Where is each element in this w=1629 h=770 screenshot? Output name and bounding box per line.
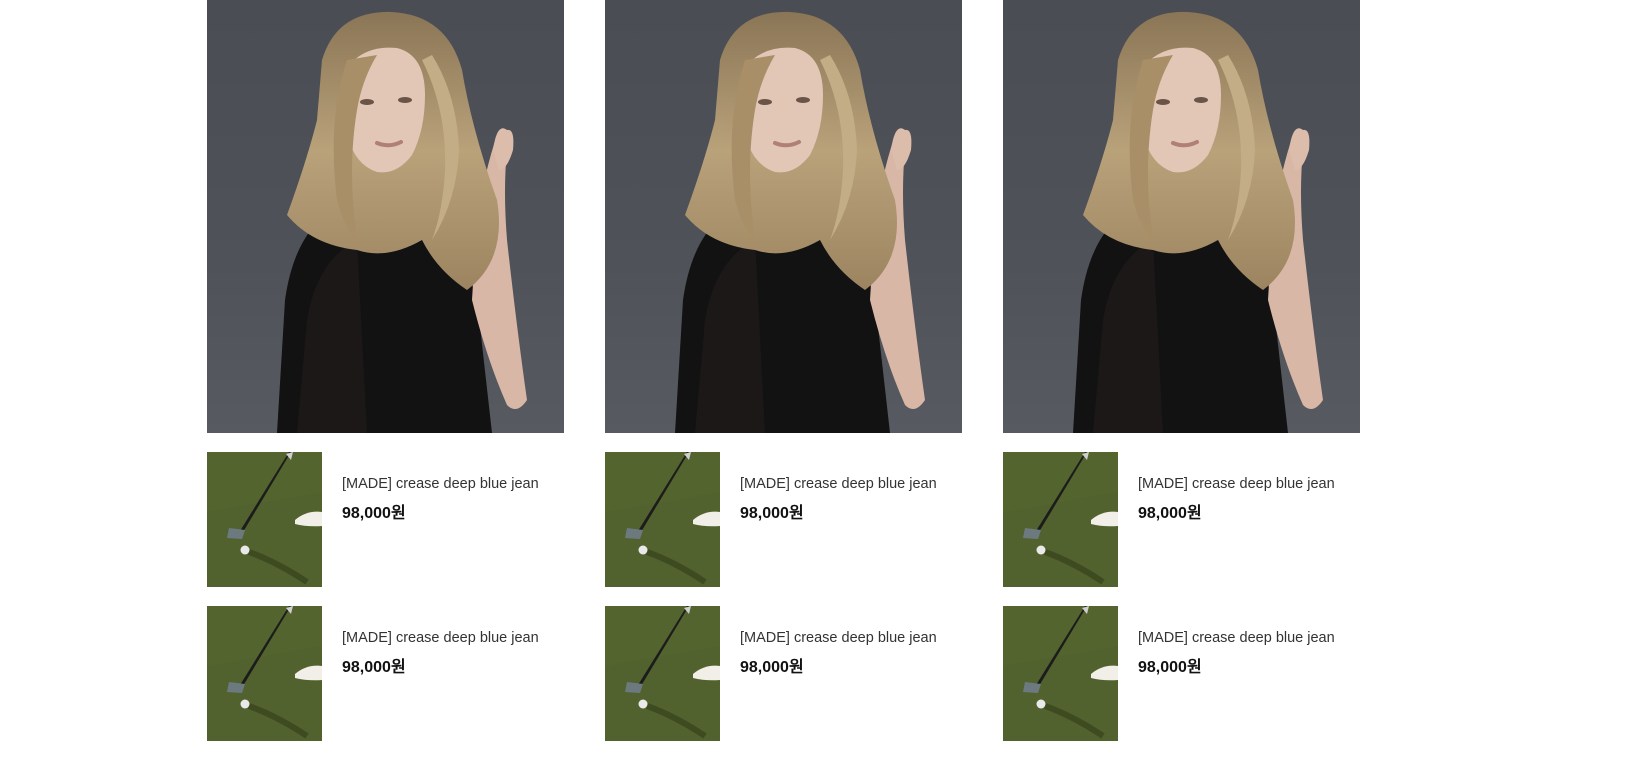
model-portrait-illustration (675, 11, 925, 433)
product-name[interactable]: [MADE] crease deep blue jean (1138, 629, 1335, 647)
product-price: 98,000원 (342, 659, 406, 676)
golf-putt-illustration (1003, 452, 1118, 587)
product-card[interactable]: [MADE] crease deep blue jean 98,000원 (207, 452, 564, 587)
golf-putt-illustration (207, 606, 322, 741)
product-columns: [MADE] crease deep blue jean 98,000원 [MA… (207, 0, 1360, 741)
model-portrait-illustration (277, 11, 527, 433)
product-price: 98,000원 (342, 505, 406, 522)
golf-putt-illustration (1003, 606, 1118, 741)
product-price: 98,000원 (1138, 505, 1202, 522)
model-portrait-illustration (1073, 11, 1323, 433)
product-thumbnail[interactable] (605, 452, 720, 587)
product-name[interactable]: [MADE] crease deep blue jean (740, 629, 937, 647)
product-thumbnail[interactable] (605, 606, 720, 741)
product-thumbnail[interactable] (1003, 606, 1118, 741)
hero-model-photo[interactable] (605, 0, 962, 433)
golf-putt-illustration (207, 452, 322, 587)
product-thumbnail[interactable] (207, 606, 322, 741)
product-thumbnail[interactable] (1003, 452, 1118, 587)
product-card[interactable]: [MADE] crease deep blue jean 98,000원 (1003, 606, 1360, 741)
product-column: [MADE] crease deep blue jean 98,000원 [MA… (207, 0, 564, 741)
golf-putt-illustration (605, 452, 720, 587)
product-name[interactable]: [MADE] crease deep blue jean (1138, 475, 1335, 493)
golf-putt-illustration (605, 606, 720, 741)
product-info: [MADE] crease deep blue jean 98,000원 (342, 452, 539, 524)
product-column: [MADE] crease deep blue jean 98,000원 [MA… (1003, 0, 1360, 741)
product-price: 98,000원 (740, 505, 804, 522)
product-showcase: [MADE] crease deep blue jean 98,000원 [MA… (0, 0, 1629, 770)
product-column: [MADE] crease deep blue jean 98,000원 [MA… (605, 0, 962, 741)
product-info: [MADE] crease deep blue jean 98,000원 (1138, 452, 1335, 524)
product-info: [MADE] crease deep blue jean 98,000원 (740, 452, 937, 524)
product-card[interactable]: [MADE] crease deep blue jean 98,000원 (605, 452, 962, 587)
product-card[interactable]: [MADE] crease deep blue jean 98,000원 (207, 606, 564, 741)
product-card[interactable]: [MADE] crease deep blue jean 98,000원 (1003, 452, 1360, 587)
product-name[interactable]: [MADE] crease deep blue jean (342, 475, 539, 493)
product-list: [MADE] crease deep blue jean 98,000원 [MA… (207, 452, 564, 741)
product-list: [MADE] crease deep blue jean 98,000원 [MA… (1003, 452, 1360, 741)
product-name[interactable]: [MADE] crease deep blue jean (342, 629, 539, 647)
hero-model-photo[interactable] (207, 0, 564, 433)
product-price: 98,000원 (740, 659, 804, 676)
hero-model-photo[interactable] (1003, 0, 1360, 433)
product-info: [MADE] crease deep blue jean 98,000원 (342, 606, 539, 678)
product-thumbnail[interactable] (207, 452, 322, 587)
product-name[interactable]: [MADE] crease deep blue jean (740, 475, 937, 493)
product-price: 98,000원 (1138, 659, 1202, 676)
product-info: [MADE] crease deep blue jean 98,000원 (740, 606, 937, 678)
product-list: [MADE] crease deep blue jean 98,000원 [MA… (605, 452, 962, 741)
product-card[interactable]: [MADE] crease deep blue jean 98,000원 (605, 606, 962, 741)
product-info: [MADE] crease deep blue jean 98,000원 (1138, 606, 1335, 678)
